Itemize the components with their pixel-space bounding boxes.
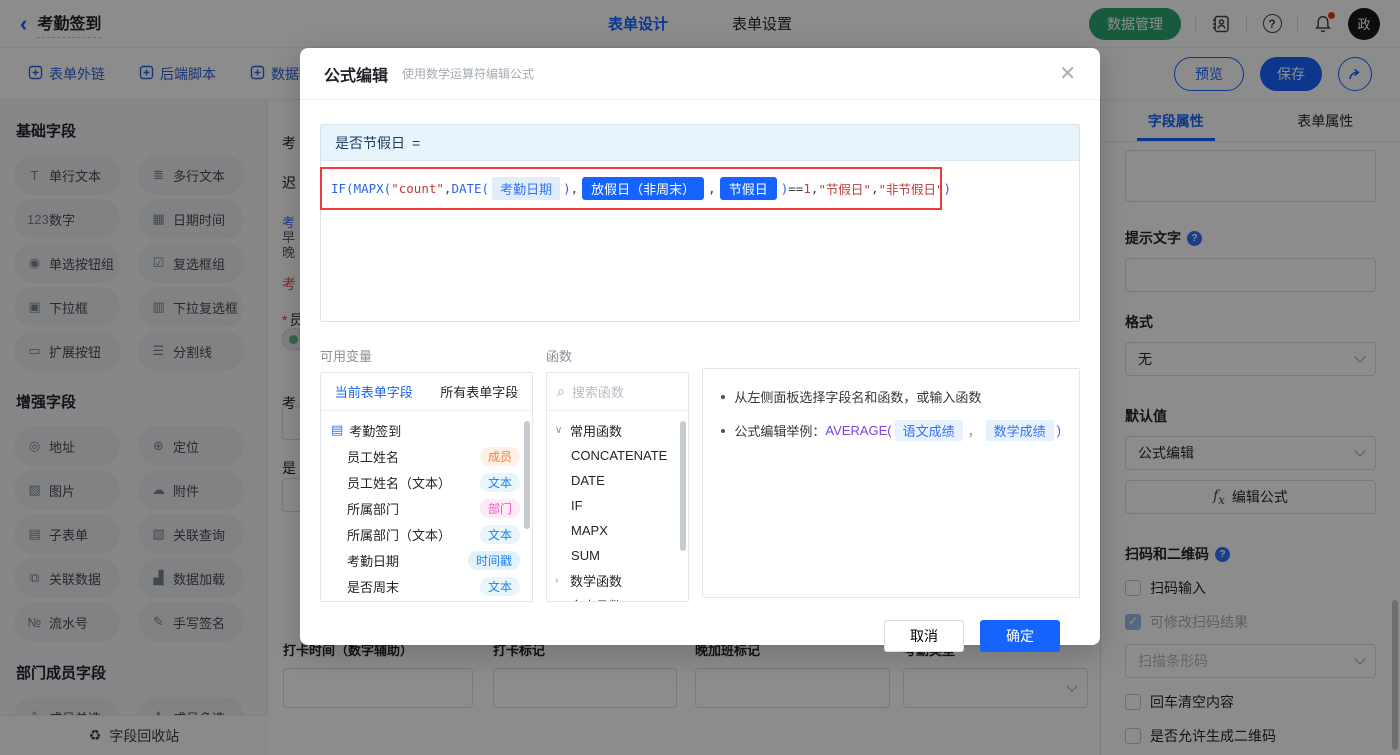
formula-token-str: "非节假日" bbox=[878, 182, 944, 197]
variables-label: 可用变量 bbox=[320, 349, 373, 364]
variable-name: 员工姓名（文本） bbox=[347, 475, 452, 491]
formula-expression[interactable]: IF(MAPX("count", DATE(考勤日期), 放假日（非周末）, 节假日)… bbox=[331, 177, 951, 200]
variable-name: 是否周末 bbox=[347, 579, 400, 595]
function-group-常用函数[interactable]: ∨ 常用函数 bbox=[547, 418, 688, 443]
group-name: 常用函数 bbox=[570, 424, 623, 439]
variables-box: 当前表单字段 所有表单字段 ▤ 考勤签到 员工姓名 成员 员工姓名（文本） 文本 所属部门部… bbox=[320, 372, 534, 602]
app-root: ‹ 考勤签到 表单设计 表单设置 数据管理 ? 政 表单外链 后端脚本 数据权 … bbox=[0, 0, 1400, 755]
formula-token-str: "节假日" bbox=[818, 182, 871, 197]
type-badge: 文本 bbox=[480, 472, 521, 492]
functions-box: ⌕ 搜索函数 ∨ 常用函数 CONCATENATE DATE IF MAPX SUM › 数学函… bbox=[546, 372, 690, 602]
chevron-down-icon: ∨ bbox=[555, 425, 563, 436]
cancel-button[interactable]: 取消 bbox=[884, 620, 964, 652]
formula-token-fn: ) bbox=[563, 181, 571, 196]
form-doc-icon: ▤ bbox=[331, 422, 344, 437]
tab-all-form-fields[interactable]: 所有表单字段 bbox=[427, 373, 533, 410]
variable-form-root[interactable]: ▤ 考勤签到 bbox=[321, 417, 532, 443]
formula-result-bar: 是否节假日 = bbox=[321, 125, 1079, 161]
group-name: 数学函数 bbox=[570, 574, 623, 589]
variable-员工姓名[interactable]: 员工姓名 成员 bbox=[321, 443, 532, 469]
function-search-input[interactable]: ⌕ 搜索函数 bbox=[547, 373, 689, 411]
variable-所属部门（文本）[interactable]: 所属部门（文本） 文本 bbox=[321, 521, 532, 547]
modal-header: 公式编辑 使用数学运算符编辑公式 ✕ bbox=[300, 48, 1100, 100]
close-icon[interactable]: ✕ bbox=[1059, 64, 1076, 84]
scrollbar-thumb[interactable] bbox=[680, 421, 687, 551]
type-badge: 文本 bbox=[480, 576, 521, 596]
variable-name: 员工姓名 bbox=[347, 449, 400, 465]
formula-highlight-box: IF(MAPX("count", DATE(考勤日期), 放假日（非周末）, 节假日)… bbox=[320, 167, 951, 210]
formula-token-op: , bbox=[708, 181, 716, 196]
example-field-pill: 数学成绩 bbox=[985, 420, 1054, 441]
result-field-name: 是否节假日 bbox=[335, 134, 405, 151]
search-placeholder: 搜索函数 bbox=[571, 385, 624, 400]
variable-name: 考勤日期 bbox=[347, 553, 400, 569]
example-field-pill: 语文成绩 bbox=[894, 420, 963, 441]
chevron-right-icon: › bbox=[555, 575, 559, 586]
variable-是否周末[interactable]: 是否周末 文本 bbox=[321, 573, 532, 599]
type-badge: 时间戳 bbox=[468, 550, 521, 570]
confirm-button[interactable]: 确定 bbox=[980, 620, 1060, 652]
function-group-数学函数[interactable]: › 数学函数 bbox=[547, 568, 688, 593]
equals-sign: = bbox=[412, 134, 421, 151]
formula-token-pill-light[interactable]: 考勤日期 bbox=[492, 177, 561, 200]
tips-box: 从左侧面板选择字段名和函数，或输入函数 公式编辑举例： AVERAGE( 语文成… bbox=[702, 368, 1080, 598]
variable-name: 所属部门 bbox=[347, 501, 400, 517]
modal-footer: 取消 确定 bbox=[320, 602, 1080, 652]
functions-label: 函数 bbox=[546, 349, 573, 364]
formula-token-str: "count" bbox=[391, 181, 444, 196]
modal-title: 公式编辑 bbox=[324, 67, 389, 85]
formula-token-fn: IF(MAPX( bbox=[331, 181, 392, 196]
formula-panel: 是否节假日 = IF(MAPX("count", DATE(考勤日期), 放假日（非… bbox=[320, 124, 1080, 322]
bullet-icon bbox=[721, 394, 726, 399]
formula-editor-modal: 公式编辑 使用数学运算符编辑公式 ✕ 是否节假日 = IF(MAPX("coun… bbox=[300, 48, 1100, 652]
formula-token-op: , bbox=[570, 181, 579, 196]
tips-column: 从左侧面板选择字段名和函数，或输入函数 公式编辑举例： AVERAGE( 语文成… bbox=[702, 346, 1080, 602]
chevron-right-icon: › bbox=[555, 600, 565, 601]
functions-column: 函数 ⌕ 搜索函数 ∨ 常用函数 CONCATENATE DATE IF MAPX SUM ›… bbox=[546, 346, 690, 602]
variable-list: ▤ 考勤签到 员工姓名 成员 员工姓名（文本） 文本 所属部门 部门 所属部门（文本） 文本 考勤日… bbox=[321, 411, 532, 601]
formula-token-op: , bbox=[443, 181, 452, 196]
tip-line-1: 从左侧面板选择字段名和函数，或输入函数 bbox=[717, 387, 1061, 406]
variable-tabs: 当前表单字段 所有表单字段 bbox=[321, 373, 533, 411]
variable-所属部门[interactable]: 所属部门 部门 bbox=[321, 495, 532, 521]
modal-subtitle: 使用数学运算符编辑公式 bbox=[402, 67, 535, 81]
variable-考勤日期[interactable]: 考勤日期 时间戳 bbox=[321, 547, 532, 573]
tip-line-2: 公式编辑举例： AVERAGE( 语文成绩 ， 数学成绩 ) bbox=[717, 420, 1061, 441]
formula-editor-area[interactable]: IF(MAPX("count", DATE(考勤日期), 放假日（非周末）, 节假日)… bbox=[320, 161, 1079, 321]
formula-token-num: 1 bbox=[803, 181, 811, 196]
function-DATE[interactable]: DATE bbox=[547, 468, 688, 493]
variables-column: 可用变量 当前表单字段 所有表单字段 ▤ 考勤签到员工姓名 成员员工姓名（文本） 文本… bbox=[320, 346, 534, 602]
function-MAPX[interactable]: MAPX bbox=[547, 518, 688, 543]
formula-token-pill[interactable]: 放假日（非周末） bbox=[582, 177, 705, 200]
formula-token-op: , bbox=[870, 181, 879, 196]
tab-current-form-fields[interactable]: 当前表单字段 bbox=[321, 373, 427, 410]
variable-name: 所属部门（文本） bbox=[347, 527, 452, 543]
formula-token-fn: DATE( bbox=[451, 181, 490, 196]
search-icon: ⌕ bbox=[557, 383, 565, 399]
form-name: 考勤签到 bbox=[349, 423, 402, 439]
variable-员工姓名（文本）[interactable]: 员工姓名（文本） 文本 bbox=[321, 469, 532, 495]
formula-token-op: , bbox=[810, 181, 819, 196]
tips-label bbox=[702, 346, 1080, 361]
type-badge: 部门 bbox=[480, 498, 521, 518]
formula-token-fn: ) bbox=[780, 181, 789, 196]
function-group-文本函数[interactable]: › 文本函数 bbox=[547, 593, 688, 601]
group-name: 文本函数 bbox=[570, 596, 622, 601]
function-CONCATENATE[interactable]: CONCATENATE bbox=[547, 443, 688, 468]
function-list: ∨ 常用函数 CONCATENATEDATEIFMAPXSUM › 数学函数 › 文本函数 bbox=[547, 411, 688, 601]
function-IF[interactable]: IF bbox=[547, 493, 688, 518]
bullet-icon bbox=[721, 428, 726, 433]
function-SUM[interactable]: SUM bbox=[547, 543, 688, 568]
formula-token-fn: ) bbox=[943, 181, 952, 196]
formula-token-op: == bbox=[788, 181, 804, 196]
example-function-name: AVERAGE( bbox=[825, 423, 892, 438]
type-badge: 文本 bbox=[480, 524, 521, 544]
formula-token-pill[interactable]: 节假日 bbox=[719, 177, 777, 200]
scrollbar-thumb[interactable] bbox=[524, 421, 531, 529]
type-badge: 成员 bbox=[480, 446, 521, 466]
